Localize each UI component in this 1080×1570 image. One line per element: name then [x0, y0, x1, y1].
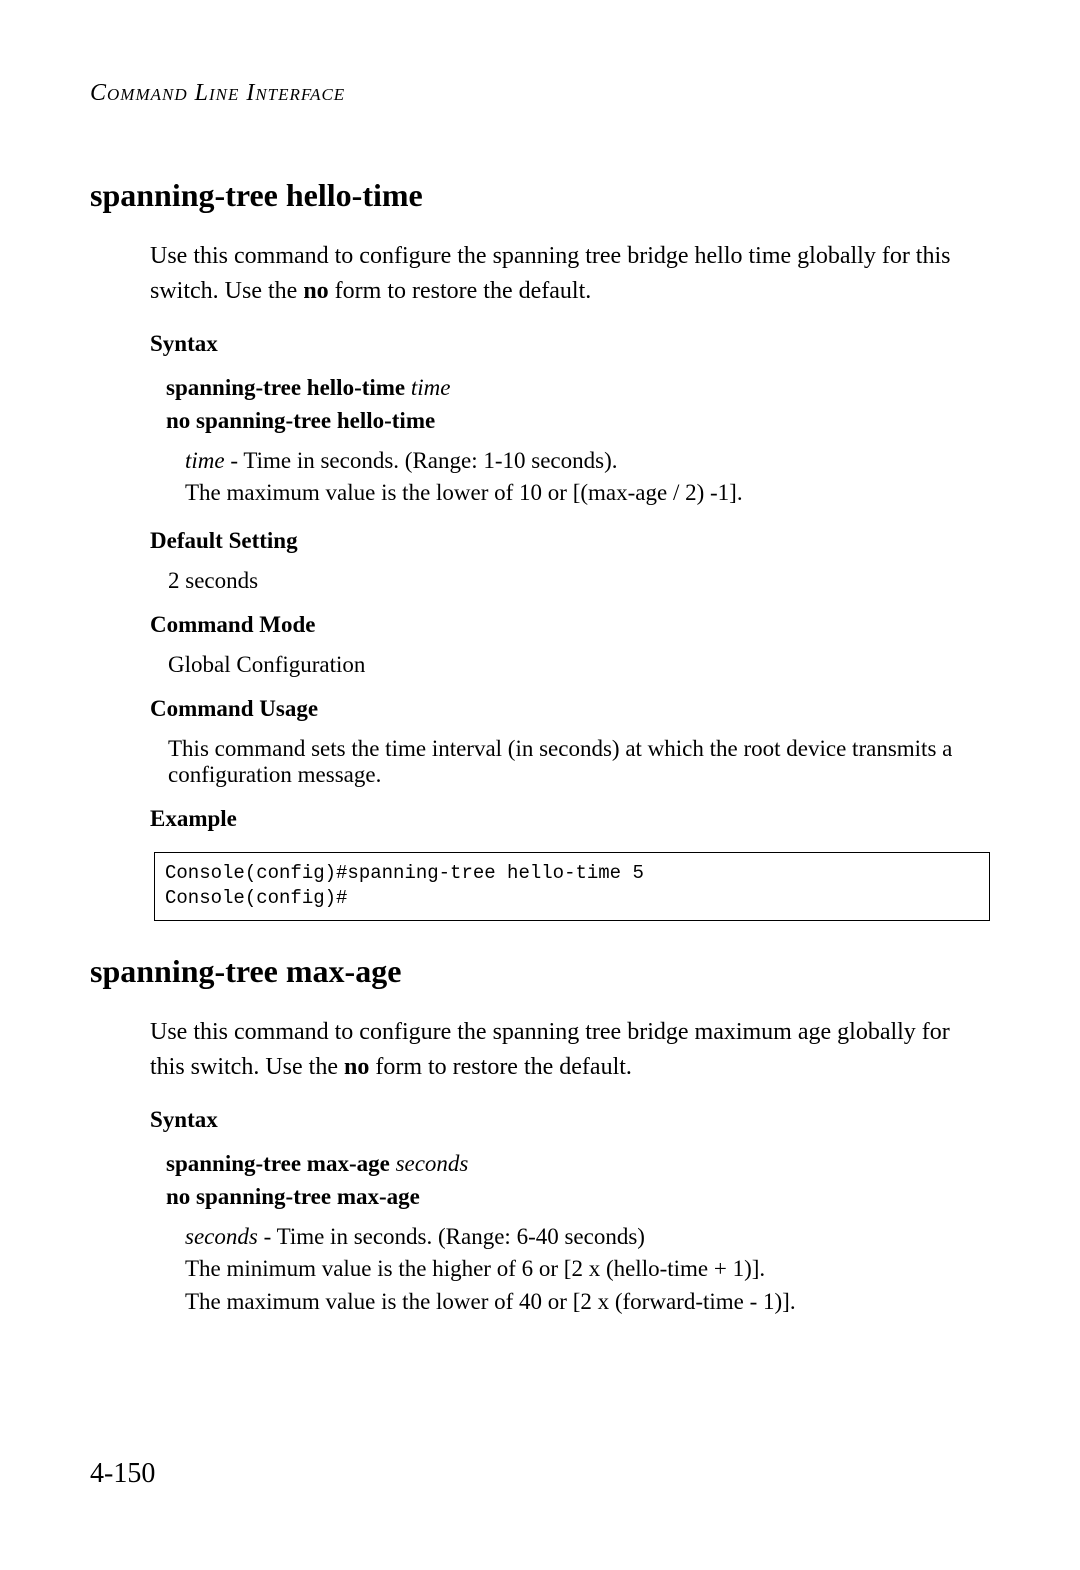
section-title-hello-time: spanning-tree hello-time	[90, 177, 990, 214]
syntax-no-line: no spanning-tree hello-time	[150, 404, 990, 437]
syntax-param: seconds	[396, 1151, 469, 1176]
syntax-heading: Syntax	[150, 331, 990, 357]
syntax-line: spanning-tree hello-time time	[150, 371, 990, 404]
section-hello-time-content: Use this command to configure the spanni…	[90, 239, 990, 921]
param-description: seconds - Time in seconds. (Range: 6-40 …	[150, 1221, 990, 1318]
mode-value: Global Configuration	[150, 652, 990, 678]
usage-heading: Command Usage	[150, 696, 990, 722]
example-code-block: Console(config)#spanning-tree hello-time…	[154, 852, 990, 921]
max-age-description: Use this command to configure the spanni…	[150, 1015, 990, 1085]
desc-text: form to restore the default.	[329, 278, 592, 304]
default-heading: Default Setting	[150, 528, 990, 554]
syntax-line: spanning-tree max-age seconds	[150, 1147, 990, 1180]
section-title-max-age: spanning-tree max-age	[90, 953, 990, 990]
page-header: Command Line Interface	[90, 80, 990, 107]
page-number: 4-150	[90, 1458, 155, 1490]
mode-heading: Command Mode	[150, 612, 990, 638]
example-heading: Example	[150, 806, 990, 832]
syntax-heading: Syntax	[150, 1107, 990, 1133]
desc-no-keyword: no	[344, 1054, 369, 1080]
default-value: 2 seconds	[150, 568, 990, 594]
section-max-age-content: Use this command to configure the spanni…	[90, 1015, 990, 1318]
hello-time-description: Use this command to configure the spanni…	[150, 239, 990, 309]
syntax-command: spanning-tree hello-time	[166, 375, 405, 400]
param-extra: The maximum value is the lower of 40 or …	[185, 1289, 796, 1314]
param-name: time	[185, 448, 225, 473]
param-description: time - Time in seconds. (Range: 1-10 sec…	[150, 445, 990, 509]
usage-text: This command sets the time interval (in …	[150, 736, 990, 788]
syntax-no-line: no spanning-tree max-age	[150, 1180, 990, 1213]
param-extra: The maximum value is the lower of 10 or …	[185, 480, 743, 505]
desc-text: form to restore the default.	[369, 1054, 632, 1080]
param-text: - Time in seconds. (Range: 1-10 seconds)…	[225, 448, 618, 473]
syntax-param: time	[411, 375, 451, 400]
param-text: - Time in seconds. (Range: 6-40 seconds)	[258, 1224, 645, 1249]
desc-no-keyword: no	[303, 278, 328, 304]
param-name: seconds	[185, 1224, 258, 1249]
syntax-command: spanning-tree max-age	[166, 1151, 390, 1176]
param-extra: The minimum value is the higher of 6 or …	[185, 1256, 765, 1281]
